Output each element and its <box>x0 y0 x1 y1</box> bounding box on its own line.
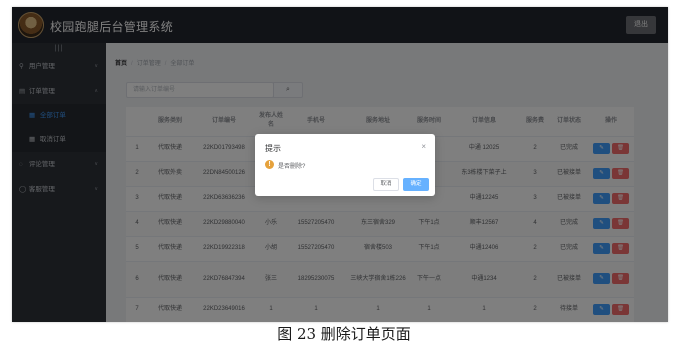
warning-icon: ! <box>265 160 274 169</box>
close-icon[interactable]: × <box>421 142 426 151</box>
dialog-title: 提示 <box>265 144 281 153</box>
screenshot-frame: 校园跑腿后台管理系统 退出 ||| ⚲ 用户管理 ∨ ▤ 订单管理 ∧ ▦ 全部… <box>12 7 668 322</box>
confirm-delete-dialog: 提示 × ! 是否删除? 取消 确定 <box>255 134 435 196</box>
dialog-message: 是否删除? <box>278 164 306 170</box>
confirm-button[interactable]: 确定 <box>403 178 429 191</box>
figure-caption: 图 23 删除订单页面 <box>277 325 411 343</box>
cancel-button[interactable]: 取消 <box>373 178 399 191</box>
